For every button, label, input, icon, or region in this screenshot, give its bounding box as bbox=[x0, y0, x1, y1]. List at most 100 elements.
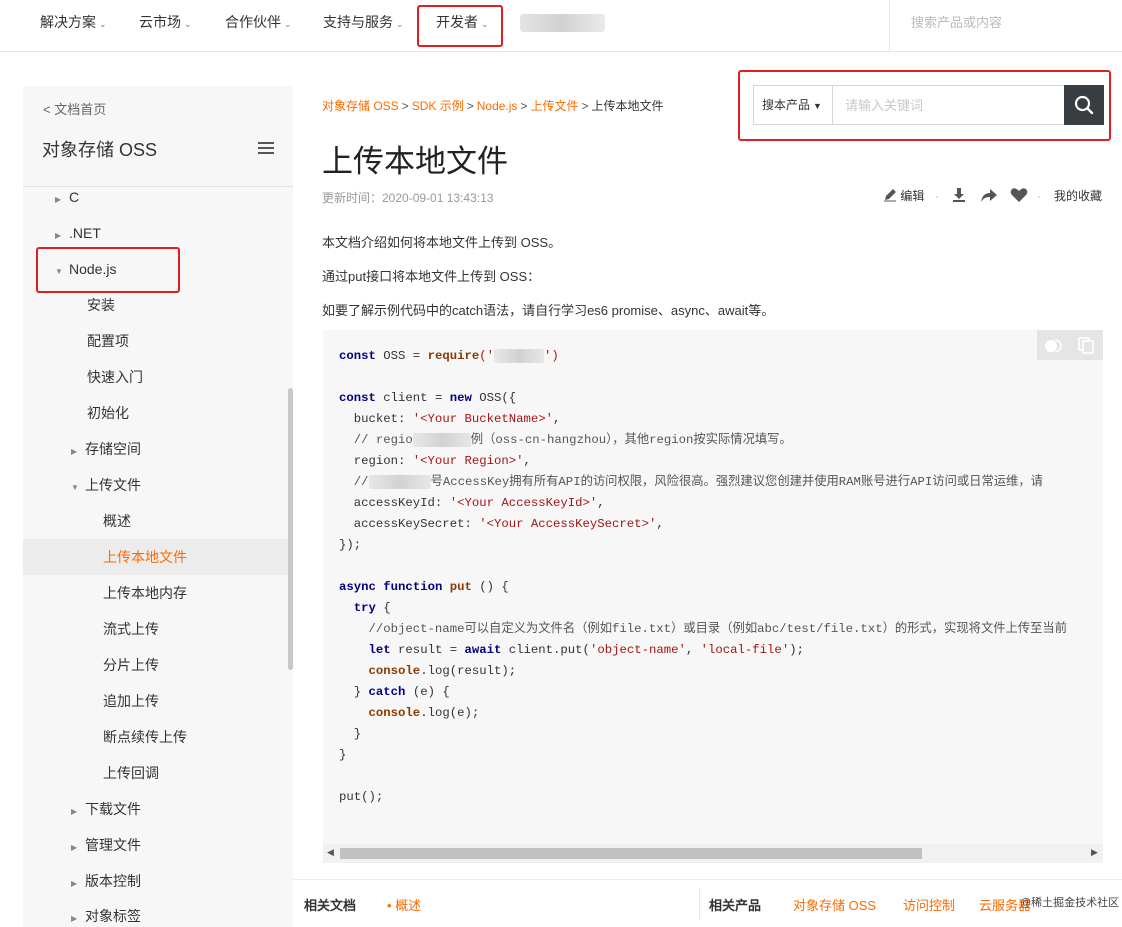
redacted-nav-item bbox=[520, 14, 605, 32]
breadcrumb-link[interactable]: 上传文件 bbox=[530, 99, 578, 113]
code-token: const bbox=[339, 391, 376, 405]
sidebar-item-upload[interactable]: ▼ 上传文件 bbox=[71, 475, 141, 495]
favorite-button[interactable] bbox=[1010, 186, 1028, 206]
breadcrumb-link[interactable]: 对象存储 OSS bbox=[322, 99, 399, 113]
code-token: 例（oss-cn-hangzhou），其他region按实际情况填写。 bbox=[470, 433, 792, 447]
code-token: , bbox=[553, 412, 561, 426]
code-token: accessKeySecret: bbox=[339, 517, 480, 531]
sidebar-item-append-upload[interactable]: 追加上传 bbox=[103, 691, 159, 711]
code-token: ); bbox=[789, 643, 804, 657]
scroll-right-icon[interactable]: ▶ bbox=[1091, 847, 1098, 858]
sidebar-item-dotnet[interactable]: ▶ .NET bbox=[55, 223, 101, 243]
breadcrumb-link[interactable]: Node.js bbox=[477, 99, 518, 113]
sidebar-item-download[interactable]: ▶ 下载文件 bbox=[71, 799, 141, 819]
search-icon bbox=[1074, 95, 1094, 115]
my-favorites-link[interactable]: 我的收藏 bbox=[1054, 186, 1102, 206]
search-button[interactable] bbox=[1064, 85, 1104, 125]
nav-label: 支持与服务 bbox=[323, 14, 393, 30]
breadcrumb-link[interactable]: SDK 示例 bbox=[412, 99, 464, 113]
chevron-down-icon: ⌄ bbox=[184, 19, 192, 29]
code-token: , bbox=[597, 496, 605, 510]
breadcrumb-separator: > bbox=[581, 99, 589, 113]
sidebar-item-resumable-upload[interactable]: 断点续传上传 bbox=[103, 727, 187, 747]
related-product-link[interactable]: 访问控制 bbox=[903, 895, 955, 914]
nav-divider bbox=[889, 0, 890, 52]
related-doc-link[interactable]: • 概述 bbox=[387, 895, 421, 914]
sidebar-item-init[interactable]: 初始化 bbox=[87, 403, 129, 423]
nav-search-input[interactable]: 搜索产品或内容 bbox=[911, 12, 1002, 31]
download-icon bbox=[953, 188, 965, 202]
sidebar-item-upload-memory[interactable]: 上传本地内存 bbox=[103, 583, 187, 603]
redacted-text bbox=[368, 474, 431, 489]
separator-dot: · bbox=[1037, 189, 1041, 203]
sidebar-item-versioning[interactable]: ▶ 版本控制 bbox=[71, 871, 141, 891]
search-scope-select[interactable]: 搜本产品 ▼ bbox=[754, 86, 833, 124]
sidebar-item-multipart-upload[interactable]: 分片上传 bbox=[103, 655, 159, 675]
caret-right-icon: ▶ bbox=[71, 807, 78, 816]
code-token: console bbox=[368, 706, 421, 720]
share-icon bbox=[981, 189, 997, 202]
edit-button[interactable]: 编辑 bbox=[883, 186, 924, 206]
doc-home-link[interactable]: < 文档首页 bbox=[43, 99, 106, 118]
sidebar-item-label: 对象标签 bbox=[85, 908, 141, 924]
sidebar-item-bucket[interactable]: ▶ 存储空间 bbox=[71, 439, 141, 459]
sidebar-item-stream-upload[interactable]: 流式上传 bbox=[103, 619, 159, 639]
caret-right-icon: ▶ bbox=[71, 914, 78, 923]
chevron-down-icon: ⌄ bbox=[99, 19, 107, 29]
sidebar-item-label: C bbox=[69, 189, 80, 205]
scrollbar-thumb[interactable] bbox=[340, 848, 922, 859]
related-product-link[interactable]: 对象存储 OSS bbox=[793, 895, 876, 914]
caret-right-icon: ▶ bbox=[55, 195, 62, 204]
intro-paragraph: 本文档介绍如何将本地文件上传到 OSS。 bbox=[322, 235, 562, 250]
updated-time: 更新时间：2020-09-01 13:43:13 bbox=[322, 191, 494, 205]
code-token: , bbox=[685, 643, 701, 657]
sidebar-item-c[interactable]: ▶ C bbox=[55, 187, 79, 207]
separator-dot: · bbox=[935, 189, 939, 203]
code-token: region: bbox=[339, 454, 413, 468]
sidebar-item-upload-local-file[interactable]: 上传本地文件 bbox=[103, 547, 187, 567]
code-token: //object-name可以自定义为文件名（例如file.txt）或目录（例如… bbox=[339, 622, 1068, 636]
share-button[interactable] bbox=[980, 186, 998, 206]
code-token: let bbox=[368, 643, 391, 657]
sidebar-item-object-tagging[interactable]: ▶ 对象标签 bbox=[71, 906, 141, 926]
search-input[interactable] bbox=[834, 86, 1064, 124]
breadcrumb-separator: > bbox=[520, 99, 528, 113]
sidebar-item-quickstart[interactable]: 快速入门 bbox=[87, 367, 143, 387]
code-token: (' bbox=[479, 349, 494, 363]
sidebar-scrollbar[interactable] bbox=[288, 388, 293, 670]
code-token: { bbox=[375, 601, 391, 615]
sidebar-item-manage-files[interactable]: ▶ 管理文件 bbox=[71, 835, 141, 855]
code-token: new bbox=[449, 391, 472, 405]
sidebar-item-overview[interactable]: 概述 bbox=[103, 511, 131, 531]
nav-support[interactable]: 支持与服务 ⌄ bbox=[323, 0, 404, 44]
code-token: accessKeyId: bbox=[339, 496, 450, 510]
chevron-down-icon: ⌄ bbox=[396, 19, 404, 29]
breadcrumb: 对象存储 OSS > SDK 示例 > Node.js > 上传文件 > 上传本地文件 bbox=[322, 97, 663, 114]
menu-icon[interactable] bbox=[258, 142, 274, 154]
redacted-text bbox=[412, 432, 471, 447]
code-token: , bbox=[523, 454, 531, 468]
related-docs-label: 相关文档 bbox=[304, 898, 357, 913]
related-doc-label: 概述 bbox=[395, 898, 422, 913]
nav-marketplace[interactable]: 云市场 ⌄ bbox=[139, 0, 192, 44]
nav-label: 云市场 bbox=[139, 14, 181, 30]
code-token: async bbox=[339, 580, 376, 594]
sidebar-item-label: 上传文件 bbox=[85, 477, 141, 493]
sidebar-item-install[interactable]: 安装 bbox=[87, 295, 115, 315]
highlight-box-nodejs bbox=[36, 247, 180, 293]
code-token: catch bbox=[368, 685, 406, 699]
nav-solutions[interactable]: 解决方案 ⌄ bbox=[40, 0, 107, 44]
nav-partners[interactable]: 合作伙伴 ⌄ bbox=[225, 0, 292, 44]
code-horizontal-scrollbar[interactable]: ◀ ▶ bbox=[323, 844, 1103, 863]
code-token: , bbox=[656, 517, 664, 531]
intro-paragraph: 如要了解示例代码中的catch语法，请自行学习es6 promise、async… bbox=[322, 303, 775, 318]
scroll-left-icon[interactable]: ◀ bbox=[327, 847, 334, 858]
doc-sidebar: < 文档首页 对象存储 OSS ▶ C ▶ .NET ▼ Node.js 安装 配置项… bbox=[23, 86, 293, 927]
pencil-icon bbox=[884, 189, 896, 202]
copy-icon[interactable] bbox=[1077, 336, 1095, 354]
sidebar-item-upload-callback[interactable]: 上传回调 bbox=[103, 763, 159, 783]
sidebar-item-config[interactable]: 配置项 bbox=[87, 331, 129, 351]
download-button[interactable] bbox=[951, 186, 967, 206]
nav-label: 解决方案 bbox=[40, 14, 96, 30]
code-token: client.put( bbox=[501, 643, 590, 657]
